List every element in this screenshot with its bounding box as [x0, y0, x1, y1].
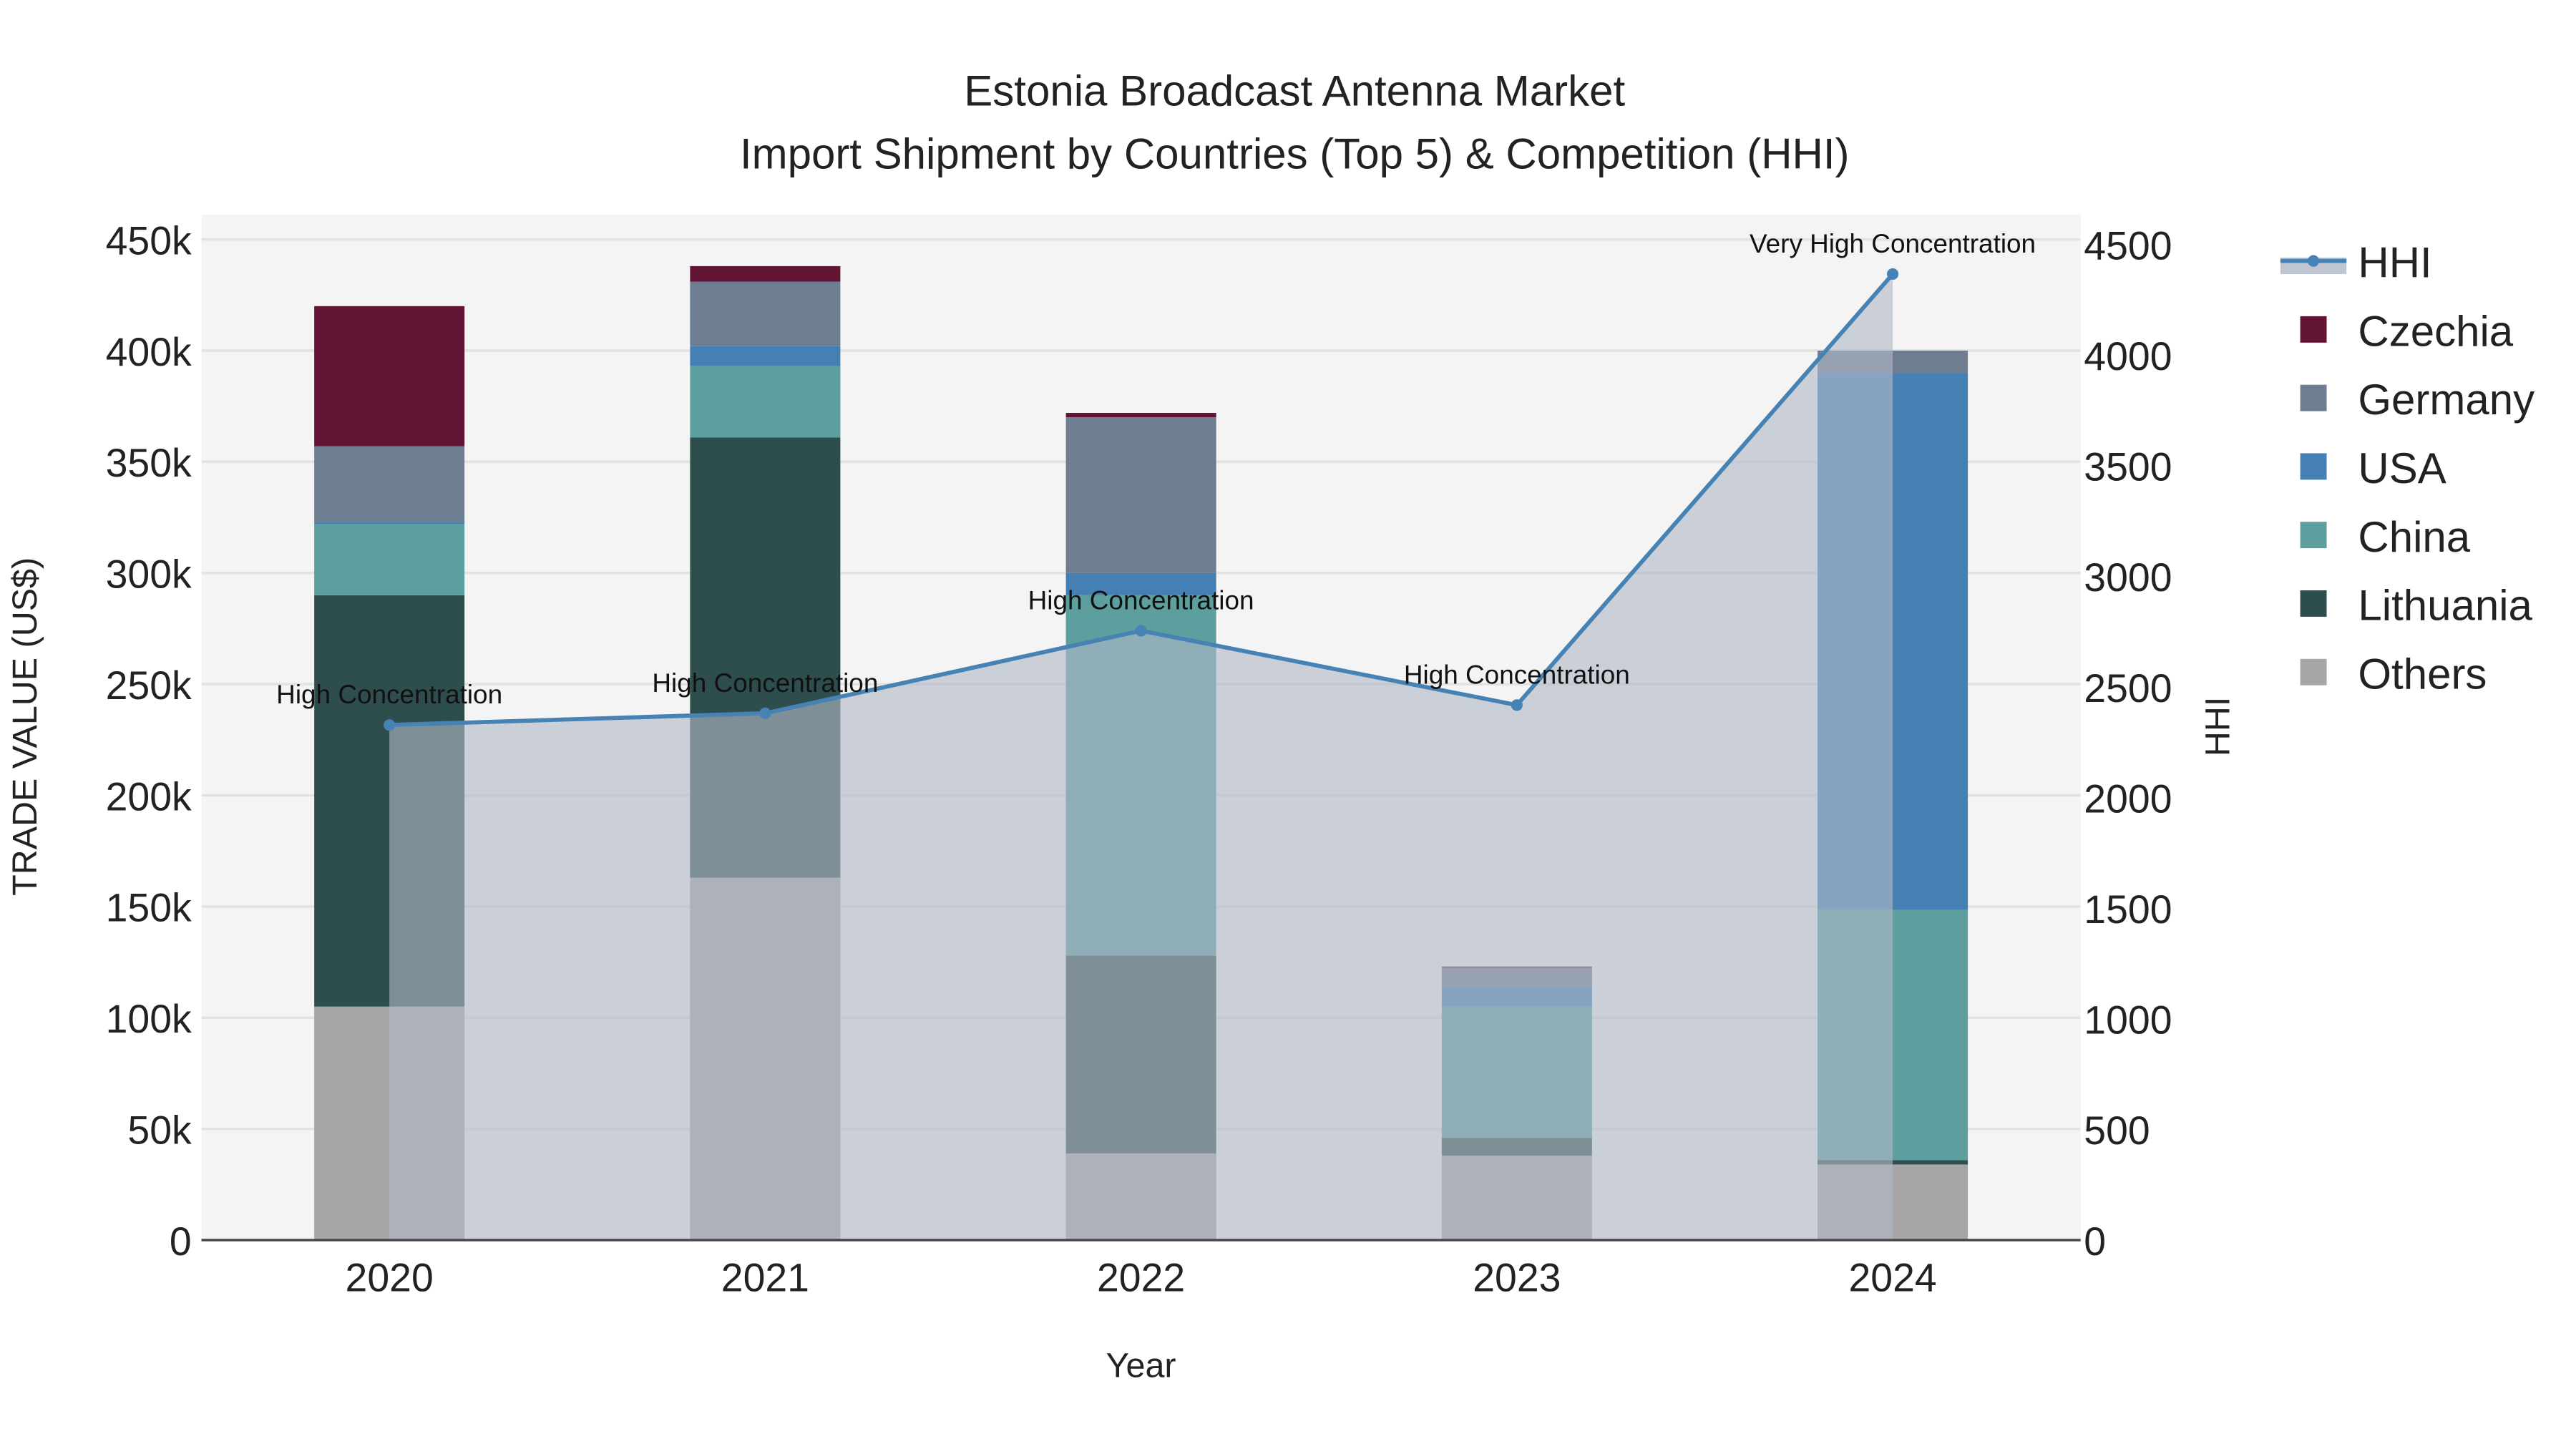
y-tick-label: 0: [170, 1219, 192, 1264]
legend-swatch-others: [2300, 658, 2327, 686]
bar-czechia-2020: [314, 306, 465, 447]
bar-czechia-2021: [690, 265, 841, 282]
legend-hhi-marker: [2308, 255, 2320, 267]
y2-tick-label: 4500: [2084, 223, 2172, 268]
legend-swatch-czechia: [2300, 316, 2327, 343]
y-tick-label: 450k: [106, 218, 192, 263]
bar-germany-2020: [314, 446, 465, 522]
hhi-point-2024: [1887, 268, 1899, 280]
y2-tick-label: 3500: [2084, 445, 2172, 489]
hhi-annotation: High Concentration: [652, 668, 878, 698]
legend-label-germany: Germany: [2358, 376, 2534, 424]
legend-label-czechia: Czechia: [2358, 307, 2513, 355]
x-tick-label: 2021: [721, 1256, 809, 1300]
x-tick-label: 2023: [1473, 1256, 1561, 1300]
legend-swatch-usa: [2300, 453, 2327, 480]
y-tick-label: 200k: [106, 774, 192, 819]
y2-tick-label: 3000: [2084, 555, 2172, 600]
bar-usa-2021: [690, 346, 841, 366]
legend: HHI Czechia Germany USA China Lithuania Others: [2280, 239, 2534, 698]
chart: Estonia Broadcast Antenna Market Import …: [6, 67, 2534, 1385]
legend-label-others: Others: [2358, 650, 2487, 698]
hhi-annotation: Very High Concentration: [1750, 229, 2036, 258]
chart-subtitle: Import Shipment by Countries (Top 5) & C…: [740, 130, 1850, 177]
y2-tick-label: 500: [2084, 1108, 2150, 1153]
y2-tick-label: 0: [2084, 1219, 2106, 1264]
y-tick-label: 250k: [106, 663, 192, 708]
legend-label-lithuania: Lithuania: [2358, 582, 2532, 630]
y2-tick-label: 2000: [2084, 776, 2172, 821]
y-axis-label: TRADE VALUE (US$): [6, 557, 44, 896]
y-tick-label: 50k: [127, 1108, 192, 1152]
hhi-point-2020: [384, 719, 396, 731]
y2-axis-label: HHI: [2198, 697, 2237, 756]
hhi-point-2022: [1135, 625, 1147, 637]
legend-label-usa: USA: [2358, 444, 2446, 492]
bar-china-2020: [314, 524, 465, 595]
y2-tick-label: 1500: [2084, 887, 2172, 932]
y2-tick-label: 4000: [2084, 334, 2172, 379]
bar-germany-2021: [690, 281, 841, 346]
y-tick-label: 150k: [106, 886, 192, 930]
y-tick-label: 350k: [106, 441, 192, 485]
hhi-point-2023: [1511, 699, 1523, 711]
legend-swatch-germany: [2300, 384, 2327, 411]
y2-ticks: 0 500 1000 1500 2000 2500 3000 3500 4000 4500: [2084, 223, 2172, 1264]
hhi-annotation: High Concentration: [1028, 585, 1254, 615]
hhi-annotation: High Concentration: [1404, 660, 1630, 689]
bar-germany-2022: [1065, 417, 1216, 573]
y-tick-label: 300k: [106, 552, 192, 597]
y2-tick-label: 2500: [2084, 666, 2172, 711]
y-ticks: 0 50k 100k 150k 200k 250k 300k 350k 400k 450k: [106, 218, 192, 1263]
x-ticks: 2020 2021 2022 2023 2024: [346, 1256, 1937, 1300]
x-tick-label: 2020: [346, 1256, 434, 1300]
hhi-annotation: High Concentration: [276, 680, 502, 709]
x-axis-label: Year: [1106, 1347, 1176, 1385]
legend-label-hhi: HHI: [2358, 239, 2431, 287]
y2-tick-label: 1000: [2084, 998, 2172, 1043]
y-tick-label: 100k: [106, 997, 192, 1041]
chart-title: Estonia Broadcast Antenna Market: [964, 67, 1625, 115]
bar-china-2021: [690, 366, 841, 438]
x-tick-label: 2022: [1097, 1256, 1185, 1300]
bar-usa-2020: [314, 522, 465, 525]
y-tick-label: 400k: [106, 330, 192, 374]
legend-swatch-china: [2300, 522, 2327, 549]
x-tick-label: 2024: [1848, 1256, 1936, 1300]
bar-czechia-2022: [1065, 413, 1216, 418]
legend-label-china: China: [2358, 513, 2470, 561]
legend-swatch-lithuania: [2300, 590, 2327, 617]
hhi-point-2021: [759, 707, 771, 719]
